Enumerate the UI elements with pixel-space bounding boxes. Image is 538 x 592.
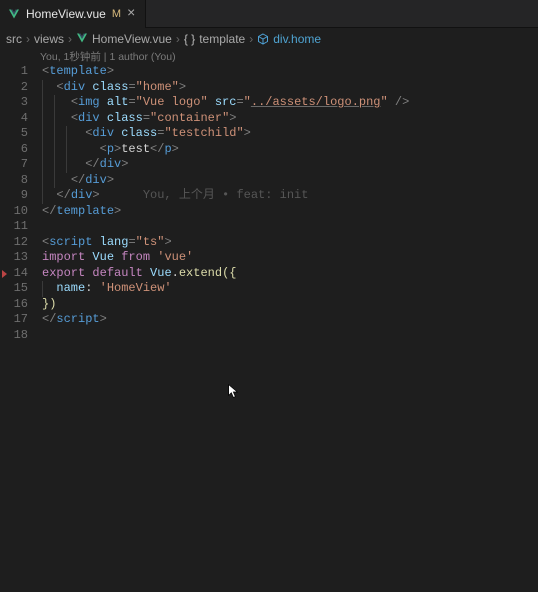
code-line[interactable]: <p>test</p> xyxy=(42,142,538,158)
line-number: 13 xyxy=(0,250,28,266)
gitlens-blame: You, 上个月 • feat: init xyxy=(100,188,309,202)
code-content[interactable]: <template> <div class="home"> <img alt="… xyxy=(34,64,538,343)
line-number: 1 xyxy=(0,64,28,80)
breadcrumb-src[interactable]: src xyxy=(6,32,22,46)
code-line[interactable]: <template> xyxy=(42,64,538,80)
code-line[interactable]: <div class="testchild"> xyxy=(42,126,538,142)
tab-filename: HomeView.vue xyxy=(26,7,106,21)
chevron-right-icon: › xyxy=(68,32,72,46)
code-line[interactable]: <img alt="Vue logo" src="../assets/logo.… xyxy=(42,95,538,111)
line-number: 10 xyxy=(0,204,28,220)
gitlens-summary[interactable]: You, 1秒钟前 | 1 author (You) xyxy=(0,50,538,64)
chevron-right-icon: › xyxy=(26,32,30,46)
vue-icon xyxy=(8,8,20,20)
line-number: 18 xyxy=(0,328,28,344)
breadcrumb-file[interactable]: HomeView.vue xyxy=(76,32,172,47)
line-number: 15 xyxy=(0,281,28,297)
line-number-gutter: 1 2 3 4 5 6 7 8 9 10 11 12 13 14 15 16 1… xyxy=(0,64,34,343)
code-line[interactable]: </script> xyxy=(42,312,538,328)
code-line[interactable]: </template> xyxy=(42,204,538,220)
code-line[interactable]: import Vue from 'vue' xyxy=(42,250,538,266)
code-line[interactable]: <script lang="ts"> xyxy=(42,235,538,251)
line-number: 17 xyxy=(0,312,28,328)
code-line[interactable]: }) xyxy=(42,297,538,313)
editor-tab[interactable]: HomeView.vue M × xyxy=(0,0,146,28)
line-number: 11 xyxy=(0,219,28,235)
code-line[interactable]: <div class="home"> xyxy=(42,80,538,96)
breadcrumb-template[interactable]: { } template xyxy=(184,32,245,46)
tab-bar: HomeView.vue M × xyxy=(0,0,538,28)
breadcrumb-div[interactable]: div.home xyxy=(257,32,321,46)
code-line[interactable]: name: 'HomeView' xyxy=(42,281,538,297)
line-number: 12 xyxy=(0,235,28,251)
code-line[interactable] xyxy=(42,219,538,235)
code-line[interactable]: <div class="container"> xyxy=(42,111,538,127)
line-number: 8 xyxy=(0,173,28,189)
code-line[interactable]: </div> xyxy=(42,157,538,173)
line-number: 5 xyxy=(0,126,28,142)
chevron-right-icon: › xyxy=(249,32,253,46)
line-number: 16 xyxy=(0,297,28,313)
code-line[interactable]: export default Vue.extend({ xyxy=(42,266,538,282)
line-number: 2 xyxy=(0,80,28,96)
code-editor[interactable]: 1 2 3 4 5 6 7 8 9 10 11 12 13 14 15 16 1… xyxy=(0,64,538,343)
line-number: 3 xyxy=(0,95,28,111)
breadcrumb: src › views › HomeView.vue › { } templat… xyxy=(0,28,538,50)
vue-icon xyxy=(76,32,88,47)
chevron-right-icon: › xyxy=(176,32,180,46)
line-number: 7 xyxy=(0,157,28,173)
element-icon xyxy=(257,33,269,45)
line-number: 14 xyxy=(0,266,28,282)
breadcrumb-views[interactable]: views xyxy=(34,32,64,46)
line-number: 6 xyxy=(0,142,28,158)
code-line[interactable] xyxy=(42,328,538,344)
line-number: 4 xyxy=(0,111,28,127)
line-number: 9 xyxy=(0,188,28,204)
code-line[interactable]: </div> xyxy=(42,173,538,189)
code-line[interactable]: </div> You, 上个月 • feat: init xyxy=(42,188,538,204)
mouse-cursor-icon xyxy=(228,384,240,400)
braces-icon: { } xyxy=(184,32,195,46)
close-icon[interactable]: × xyxy=(127,7,135,21)
tab-modified-marker: M xyxy=(112,8,121,20)
